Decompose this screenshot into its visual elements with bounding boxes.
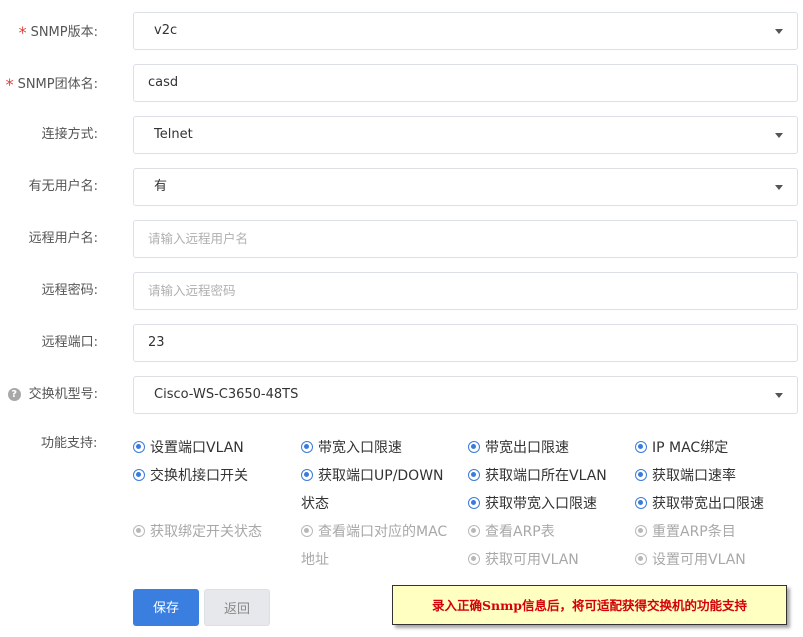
radio-icon [133,441,145,453]
snmp-community-value: casd [148,75,179,90]
function-option[interactable]: IP MAC绑定 [635,434,728,462]
function-option[interactable]: 带宽出口限速 [468,434,569,462]
function-option[interactable]: 获取端口所在VLAN [468,462,607,490]
connect-method-label: 连接方式: [41,127,98,142]
form-row-snmp-version: * SNMP版本: v2c [0,12,803,50]
function-option-label: 带宽出口限速 [485,440,569,456]
radio-icon [635,553,647,565]
radio-icon [468,497,480,509]
function-option-disabled: 获取可用VLAN [468,546,579,574]
radio-icon [635,469,647,481]
form-row-remote-password: 远程密码: 请输入远程密码 [0,272,803,310]
snmp-version-value: v2c [154,23,178,38]
has-username-label: 有无用户名: [28,179,98,194]
chevron-down-icon [775,185,783,190]
question-icon[interactable]: ? [7,388,21,401]
radio-icon [468,441,480,453]
function-option[interactable]: 带宽入口限速 [301,434,402,462]
form-row-switch-model: ? 交换机型号: Cisco-WS-C3650-48TS [0,376,803,414]
function-option-label: 查看ARP表 [485,524,555,540]
function-option-continuation: 状态 [301,496,329,512]
function-option-disabled: 查看端口对应的MAC [301,518,447,546]
chevron-down-icon [775,393,783,398]
has-username-select[interactable]: 有 [133,168,798,206]
snmp-version-select[interactable]: v2c [133,12,798,50]
required-mark: * [5,75,14,94]
function-option-label: 重置ARP条目 [652,524,736,540]
switch-model-value: Cisco-WS-C3650-48TS [154,387,299,402]
function-option-label: 获取端口UP/DOWN [318,468,444,484]
form-row-remote-username: 远程用户名: 请输入远程用户名 [0,220,803,258]
function-option-continuation: 地址 [301,552,329,568]
switch-model-label-text: 交换机型号: [28,387,98,402]
function-option-label: 设置可用VLAN [652,552,746,568]
function-option[interactable]: 获取带宽出口限速 [635,490,764,518]
function-option-label: 获取绑定开关状态 [150,524,262,540]
remote-password-input[interactable]: 请输入远程密码 [133,272,798,310]
function-option-disabled: 重置ARP条目 [635,518,736,546]
function-option[interactable]: 交换机接口开关 [133,462,248,490]
remote-port-label: 远程端口: [41,335,98,350]
radio-icon [635,525,647,537]
radio-icon [468,553,480,565]
remote-password-label: 远程密码: [41,283,98,298]
info-tooltip: 录入正确Snmp信息后，将可适配获得交换机的功能支持 [392,585,787,625]
form-row-connect-method: 连接方式: Telnet [0,116,803,154]
chevron-down-icon [775,133,783,138]
function-option[interactable]: 获取带宽入口限速 [468,490,597,518]
function-option-label: 设置端口VLAN [150,440,244,456]
switch-model-label: ? 交换机型号: [7,376,98,414]
save-button[interactable]: 保存 [133,589,199,626]
radio-icon [468,469,480,481]
switch-model-select[interactable]: Cisco-WS-C3650-48TS [133,376,798,414]
radio-icon [301,525,313,537]
function-option-disabled: 获取绑定开关状态 [133,518,262,546]
radio-icon [468,525,480,537]
required-mark: * [18,23,27,42]
form-row-remote-port: 远程端口: 23 [0,324,803,362]
remote-username-input[interactable]: 请输入远程用户名 [133,220,798,258]
snmp-community-input[interactable]: casd [133,64,798,102]
function-option-label: 交换机接口开关 [150,468,248,484]
function-option-disabled: 查看ARP表 [468,518,555,546]
form-row-snmp-community: * SNMP团体名: casd [0,64,803,102]
back-button[interactable]: 返回 [204,589,270,626]
form-row-has-username: 有无用户名: 有 [0,168,803,206]
connect-method-value: Telnet [154,127,193,142]
radio-icon [635,441,647,453]
function-option[interactable]: 获取端口UP/DOWN [301,462,444,490]
function-option[interactable]: 设置端口VLAN [133,434,244,462]
radio-icon [635,497,647,509]
remote-port-input[interactable]: 23 [133,324,798,362]
snmp-version-label: * SNMP版本: [19,12,98,50]
has-username-value: 有 [154,179,168,194]
function-support-label: 功能支持: [41,436,98,451]
radio-icon [301,441,313,453]
radio-icon [133,469,145,481]
remote-port-value: 23 [148,335,165,350]
function-option-label: IP MAC绑定 [652,440,729,456]
remote-username-placeholder: 请输入远程用户名 [148,231,249,246]
radio-icon [301,469,313,481]
remote-username-label: 远程用户名: [28,231,98,246]
snmp-version-label-text: SNMP版本: [30,25,98,40]
function-option-label: 获取端口所在VLAN [485,468,607,484]
function-option-label: 获取带宽出口限速 [652,496,764,512]
function-option-label: 查看端口对应的MAC [318,524,448,540]
function-option-label: 获取可用VLAN [485,552,579,568]
function-option-label: 获取带宽入口限速 [485,496,597,512]
snmp-community-label: * SNMP团体名: [6,64,98,102]
connect-method-select[interactable]: Telnet [133,116,798,154]
remote-password-placeholder: 请输入远程密码 [148,283,236,298]
snmp-community-label-text: SNMP团体名: [17,77,98,92]
radio-icon [133,525,145,537]
function-option-label: 带宽入口限速 [318,440,402,456]
function-option-disabled: 设置可用VLAN [635,546,746,574]
chevron-down-icon [775,29,783,34]
function-option[interactable]: 获取端口速率 [635,462,736,490]
function-option-label: 获取端口速率 [652,468,736,484]
